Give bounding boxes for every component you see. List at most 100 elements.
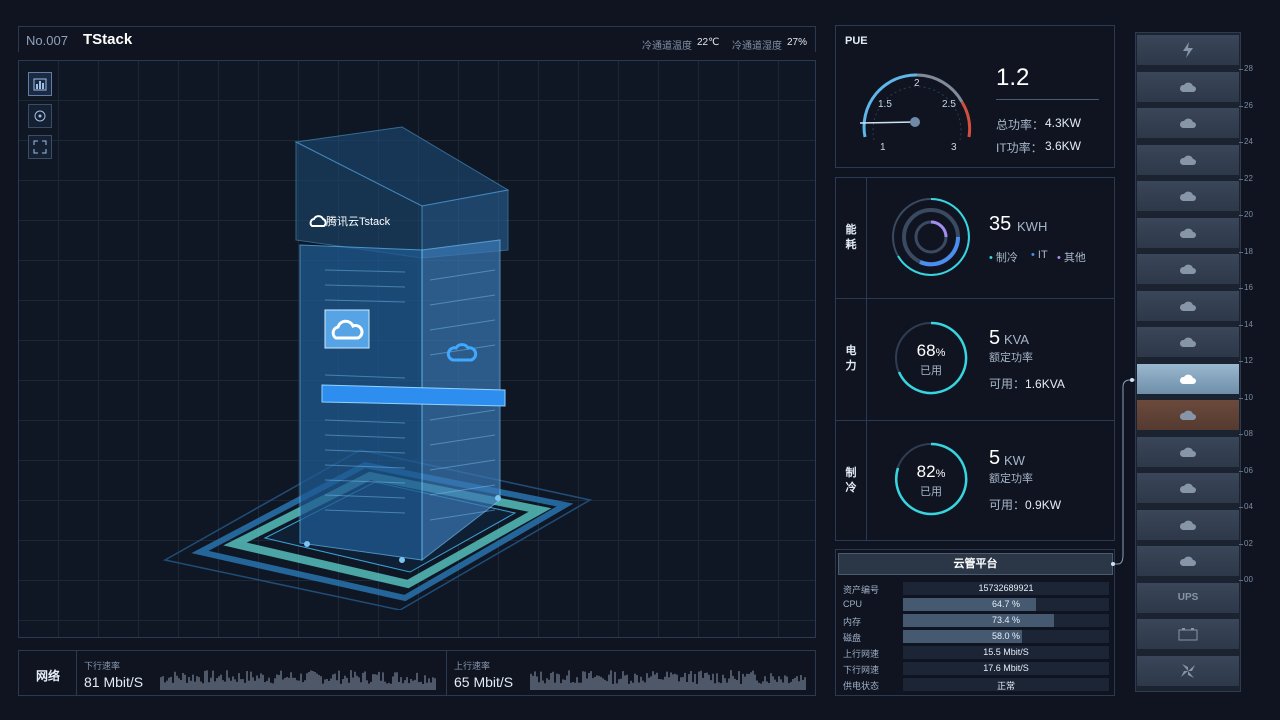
it-power-label: IT功率： [996, 141, 1043, 155]
cloud-row-key: 磁盘 [843, 633, 862, 643]
total-power-label: 总功率： [996, 118, 1045, 132]
rack-slot-cloud[interactable] [1137, 327, 1239, 357]
cloud-row-value: 17.6 Mbit/S [983, 663, 1029, 673]
rack-unit-tick: 06 [1239, 465, 1253, 475]
rack-slot-cloud[interactable] [1137, 217, 1239, 248]
rack-slot-selected[interactable] [1137, 363, 1239, 394]
cloud-icon [1179, 374, 1196, 384]
cloud-icon [1179, 118, 1196, 128]
energy-value: 35 [989, 213, 1012, 235]
rack-slot-alert[interactable] [1137, 400, 1239, 430]
rack-slot-cloud[interactable] [1137, 436, 1239, 467]
ups-label: UPS [1177, 592, 1199, 603]
rotate-icon [34, 110, 46, 122]
cloud-icon [1179, 82, 1196, 92]
rack-slot-battery[interactable] [1137, 619, 1239, 649]
up-rate-sparkline [530, 670, 806, 690]
cloud-platform-title[interactable]: 云管平台 [838, 553, 1113, 575]
battery-icon [1178, 628, 1198, 641]
up-rate-title: 上行速率 [454, 661, 491, 671]
cloud-row-bar: 正常 [903, 678, 1109, 691]
rack-slot-cloud[interactable] [1137, 108, 1239, 138]
cooling-rated-label: 额定功率 [989, 473, 1033, 485]
cloud-table-row: 上行网速 15.5 Mbit/S [843, 646, 1113, 660]
cloud-row-bar: 73.4 % [903, 614, 1109, 627]
cloud-icon [1179, 228, 1196, 238]
cloud-icon [1179, 155, 1196, 165]
fullscreen-button[interactable] [28, 135, 52, 159]
cloud-row-bar: 64.7 % [903, 598, 1109, 611]
device-name: TStack [83, 31, 133, 48]
rack-slot-cloud[interactable] [1137, 71, 1239, 102]
up-rate-value: 65 Mbit/S [454, 674, 514, 690]
power-usage: 68% 已用 [916, 341, 946, 377]
cooling-unit: KW [1004, 453, 1025, 468]
rotate-button[interactable] [28, 104, 52, 128]
gauge-tick: 2.5 [942, 99, 956, 110]
cloud-row-bar: 15732689921 [903, 582, 1109, 595]
bolt-icon [1183, 42, 1193, 58]
rack-unit-tick: 00 [1239, 575, 1253, 584]
rack-unit-tick: 10 [1239, 392, 1253, 402]
legend-it: • IT [1031, 249, 1048, 261]
energy-unit: KWH [1017, 219, 1048, 234]
cloud-row-value: 58.0 % [991, 631, 1021, 641]
rack-slot-ups[interactable]: UPS [1137, 582, 1239, 613]
cloud-row-bar: 15.5 Mbit/S [903, 646, 1109, 659]
gauge-tick: 1 [880, 142, 886, 153]
cloud-table-row: CPU 64.7 % [843, 598, 1113, 612]
gauge-tick: 1.5 [878, 99, 892, 110]
rack-slot-cloud[interactable] [1137, 181, 1239, 211]
cold-humidity-label: 冷通道湿度 [732, 41, 782, 52]
device-number: No.007 [26, 33, 68, 48]
cloud-table-row: 磁盘 58.0 % [843, 630, 1113, 644]
cloud-table-row: 供电状态 正常 [843, 678, 1113, 692]
cloud-row-key: 下行网速 [843, 665, 880, 675]
cabinet-illustration[interactable]: 腾讯云Tstack [160, 120, 600, 610]
fullscreen-icon [33, 140, 47, 154]
cooling-label: 制冷 [845, 467, 857, 494]
rack-slot-fan[interactable] [1137, 655, 1239, 686]
cloud-row-key: 内存 [843, 617, 862, 627]
rack-unit-tick: 16 [1239, 283, 1253, 292]
down-rate-sparkline [160, 670, 436, 690]
rack-unit-tick: 12 [1239, 356, 1253, 365]
cloud-table-row: 资产编号 15732689921 [843, 582, 1113, 596]
rack-unit-tick: 20 [1239, 210, 1253, 219]
cloud-row-value: 64.7 % [991, 599, 1021, 609]
rack-slot-cloud[interactable] [1137, 509, 1239, 540]
power-rated-label: 额定功率 [989, 352, 1033, 364]
rack-slot-cloud[interactable] [1137, 254, 1239, 284]
rack-unit-tick: 24 [1239, 137, 1253, 146]
cloud-row-bar: 17.6 Mbit/S [903, 662, 1109, 675]
cloud-row-value: 正常 [996, 681, 1015, 691]
cloud-row-value: 73.4 % [991, 615, 1021, 625]
total-power-value: 4.3KW [1045, 116, 1082, 130]
rack-slot-cloud[interactable] [1137, 546, 1239, 576]
cloud-row-key: CPU [843, 599, 863, 609]
cloud-icon [1179, 447, 1196, 457]
rack-unit-tick: 26 [1239, 100, 1253, 110]
bar-chart-button[interactable] [28, 72, 52, 96]
power-unit: KVA [1004, 332, 1030, 347]
rack-slot-power[interactable] [1137, 35, 1239, 65]
power-value: 5 [989, 327, 1001, 349]
pue-value: 1.2 [996, 64, 1030, 91]
legend-other: • 其他 [1057, 252, 1086, 264]
cold-humidity-value: 27% [787, 37, 808, 48]
cloud-icon [1179, 483, 1196, 493]
rack-unit-tick: 04 [1239, 502, 1253, 511]
power-label: 电力 [845, 345, 857, 372]
fan-icon [1181, 663, 1195, 678]
rack-slot-cloud[interactable] [1137, 290, 1239, 321]
cloud-icon [1179, 556, 1196, 566]
metrics-panel [835, 177, 1115, 541]
cloud-icon [1179, 301, 1196, 311]
rack-unit-tick: 28 [1239, 64, 1253, 73]
rack-slot-cloud[interactable] [1137, 473, 1239, 503]
pue-gauge: 1 1.5 2 2.5 3 [859, 73, 972, 153]
cooling-available: 可用：0.9KW [989, 498, 1062, 512]
network-label: 网络 [36, 669, 61, 683]
rack-slot-cloud[interactable] [1137, 144, 1239, 175]
cooling-value: 5 [989, 447, 1001, 469]
